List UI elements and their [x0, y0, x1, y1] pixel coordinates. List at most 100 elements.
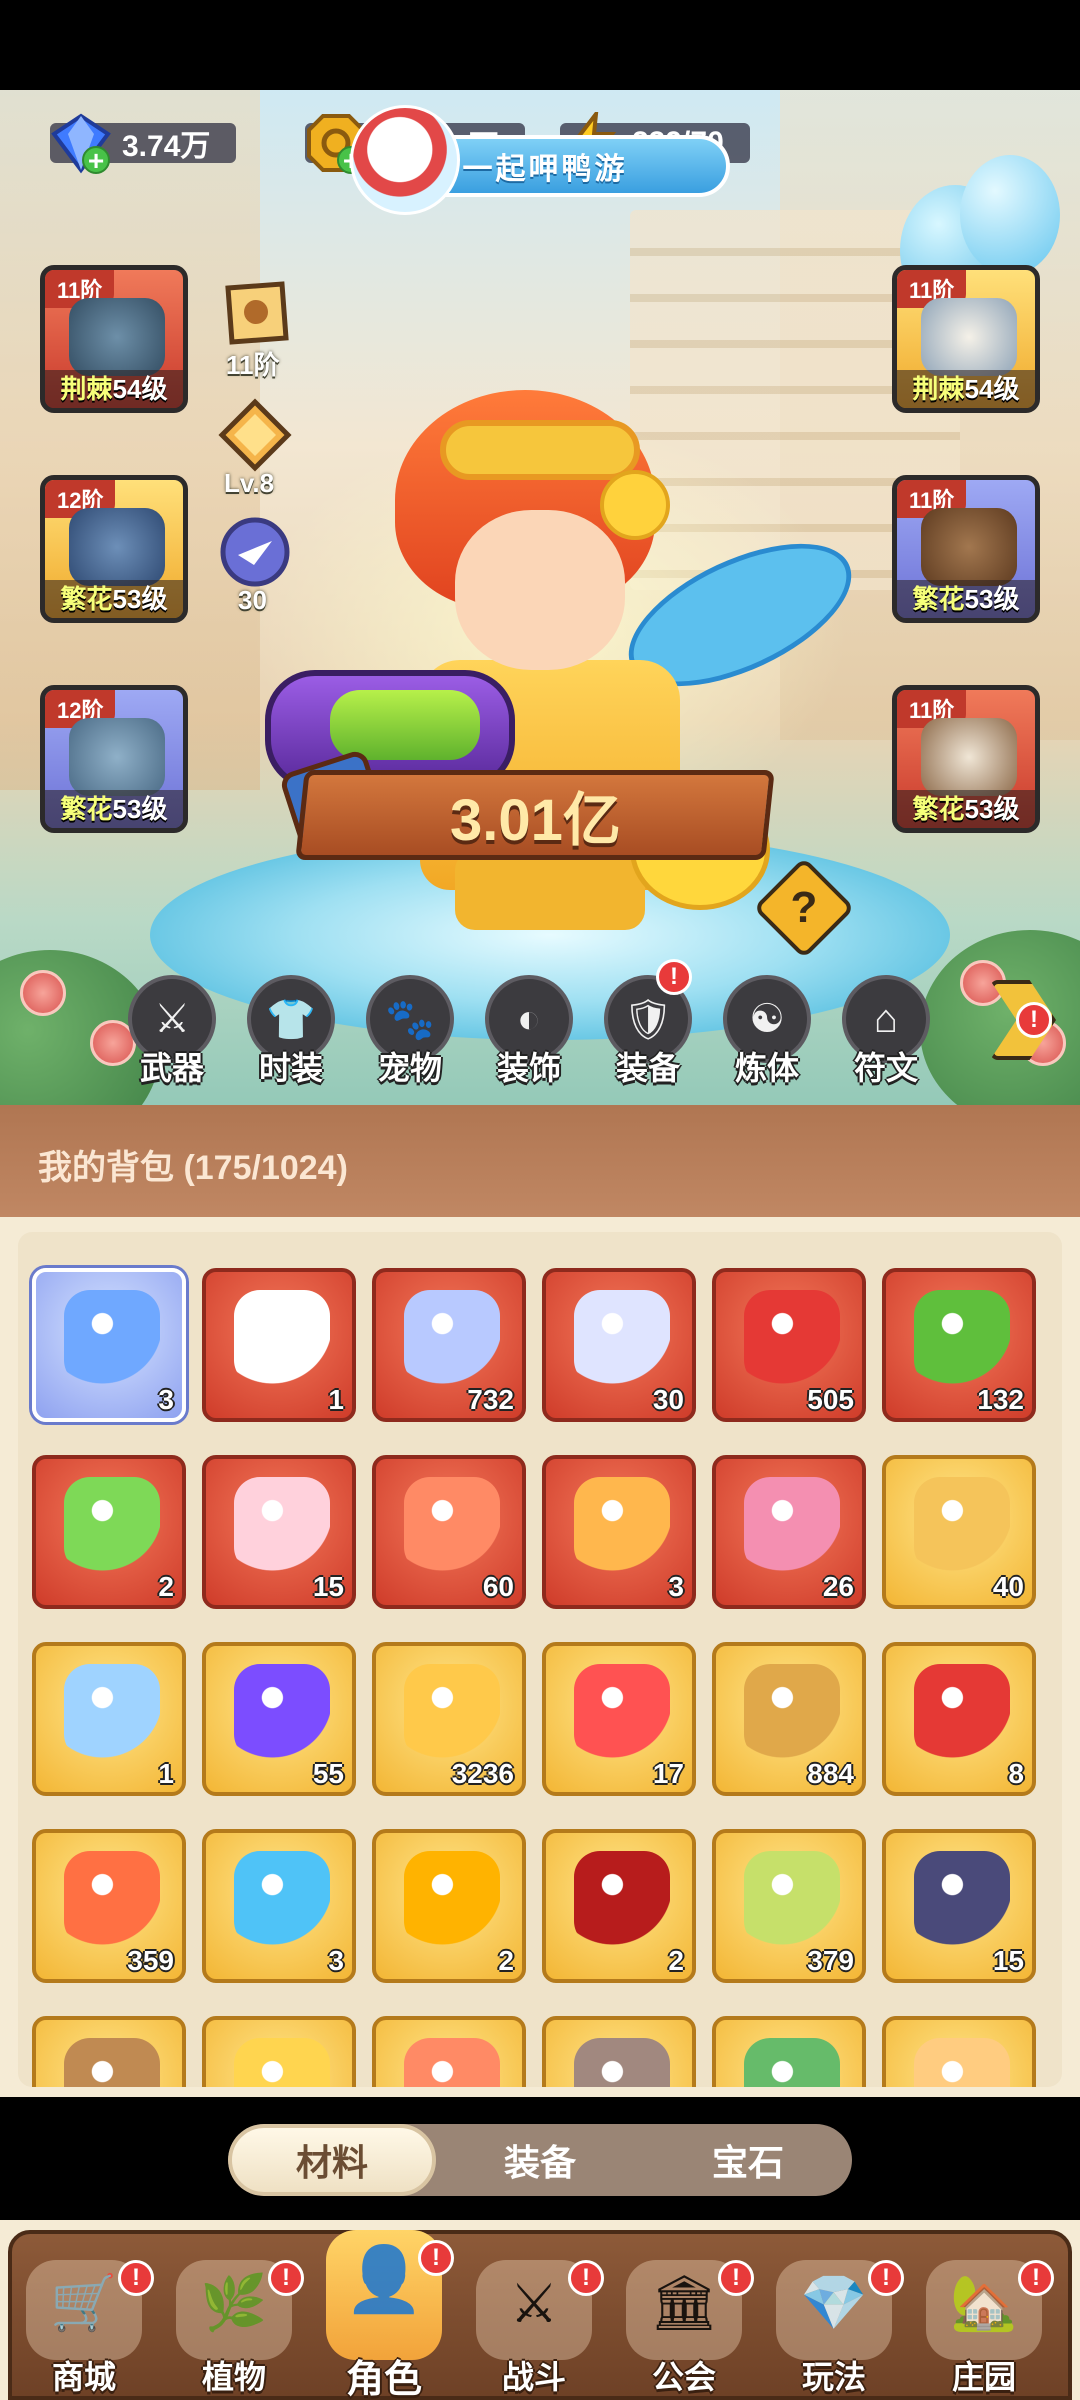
rune-stone-icon [914, 1851, 1010, 1947]
status-bar [0, 0, 1080, 90]
equipment-slot-gloves[interactable]: 12阶 繁花53级 [40, 475, 188, 623]
nav-label: 植物 [201, 2359, 266, 2395]
slot-level: 53级 [964, 794, 1020, 824]
nav-label: 玩法 [801, 2359, 866, 2395]
backpack-item[interactable]: 359 [32, 1829, 186, 1983]
backpack-item[interactable]: 884 [712, 1642, 866, 1796]
nav-battle[interactable]: ⚔ 战斗! [464, 2250, 604, 2400]
backpack-item[interactable] [712, 2016, 866, 2087]
role-tab-body-training[interactable]: ☯ 炼体 [719, 975, 815, 1086]
backpack-item[interactable] [372, 2016, 526, 2087]
backpack-item[interactable] [542, 2016, 696, 2087]
diamond-currency[interactable]: + 3.74万 [50, 113, 237, 175]
flask-icon [64, 2038, 160, 2087]
backpack-item[interactable]: 15 [202, 1455, 356, 1609]
backpack-item[interactable]: 132 [882, 1268, 1036, 1422]
equipment-slot-helmet[interactable]: 11阶 荆棘54级 [40, 265, 188, 413]
item-quantity: 505 [807, 1384, 854, 1415]
nav-shop[interactable]: 🛒 商城! [14, 2250, 154, 2400]
role-tab-label: 装备 [615, 1050, 680, 1086]
slot-level: 54级 [964, 374, 1020, 404]
category-tab-gems[interactable]: 宝石 [644, 2124, 852, 2196]
gloves-icon [69, 508, 165, 586]
golden-flask-icon [914, 1477, 1010, 1573]
backpack-item[interactable]: 1 [202, 1268, 356, 1422]
backpack-item[interactable]: 1 [32, 1642, 186, 1796]
notification-badge: ! [1016, 1002, 1052, 1038]
charm-badge-icon[interactable] [218, 515, 292, 589]
backpack-item[interactable]: 8 [882, 1642, 1036, 1796]
golden-key-icon [744, 1664, 840, 1760]
backpack-grid[interactable]: 3 1 732 30 505 132 2 15 60 3 26 40 1 55 3236 17 884 8 359 3… [18, 1232, 1062, 2087]
backpack-item[interactable]: 379 [712, 1829, 866, 1983]
item-quantity: 55 [312, 1758, 344, 1789]
flower-icon [404, 2038, 500, 2087]
role-tab-rune[interactable]: ⌂ 符文 [838, 975, 934, 1086]
backpack-item[interactable]: 60 [372, 1455, 526, 1609]
slot-level: 54级 [112, 374, 168, 404]
water-drop-icon [64, 1664, 160, 1760]
nav-plant[interactable]: 🌿 植物! [164, 2250, 304, 2400]
item-quantity: 15 [312, 1571, 344, 1602]
backpack-item[interactable]: 40 [882, 1455, 1036, 1609]
backpack-item[interactable] [882, 2016, 1036, 2087]
slot-level: 53级 [112, 794, 168, 824]
role-tab-costume[interactable]: 👕 时装 [243, 975, 339, 1086]
backpack-item[interactable]: 3 [542, 1455, 696, 1609]
scroll-badge-icon[interactable] [218, 278, 292, 352]
flame-scroll-icon [914, 1664, 1010, 1760]
backpack-item[interactable]: 26 [712, 1455, 866, 1609]
orbit-sphere-icon [404, 1851, 500, 1947]
backpack-item[interactable]: 505 [712, 1268, 866, 1422]
backpack-item[interactable] [32, 2016, 186, 2087]
event-banner-label: 一起呷鸭游 [462, 153, 628, 186]
backpack-item[interactable]: 3236 [372, 1642, 526, 1796]
backpack-item[interactable]: 2 [372, 1829, 526, 1983]
add-diamond-button[interactable]: + [82, 146, 110, 175]
star-crystal-icon [404, 1290, 500, 1386]
backpack-item[interactable]: 30 [542, 1268, 696, 1422]
item-quantity: 2 [668, 1945, 684, 1976]
boots-icon [921, 718, 1017, 796]
lotus-duo-icon [574, 1477, 670, 1573]
item-quantity: 3236 [451, 1758, 514, 1789]
backpack-item[interactable]: 55 [202, 1642, 356, 1796]
backpack-item[interactable]: 3 [32, 1268, 186, 1422]
backpack-item[interactable]: 15 [882, 1829, 1036, 1983]
nav-character[interactable]: 👤 角色! [314, 2230, 454, 2400]
golden-bud-icon [744, 1851, 840, 1947]
equipment-slot-shorts[interactable]: 12阶 繁花53级 [40, 685, 188, 833]
item-quantity: 26 [822, 1571, 854, 1602]
item-quantity: 40 [992, 1571, 1024, 1602]
item-quantity: 8 [1008, 1758, 1024, 1789]
equipment-slot-boots[interactable]: 11阶 繁花53级 [892, 685, 1040, 833]
nav-guild[interactable]: 🏛 公会! [614, 2250, 754, 2400]
green-machine-icon [744, 2038, 840, 2087]
role-tab-equipment[interactable]: 🛡 装备 ! [600, 959, 696, 1086]
equipment-slot-belt[interactable]: 11阶 繁花53级 [892, 475, 1040, 623]
rank-badge-icon[interactable] [218, 398, 292, 472]
role-tab-decoration[interactable]: ◐ 装饰 [481, 975, 577, 1086]
role-tab-weapon[interactable]: ⚔ 武器 [124, 975, 220, 1086]
equipment-slot-armor[interactable]: 11阶 荆棘54级 [892, 265, 1040, 413]
backpack-item[interactable]: 732 [372, 1268, 526, 1422]
notification-badge: ! [568, 2260, 604, 2296]
backpack-item[interactable]: 17 [542, 1642, 696, 1796]
backpack-item[interactable]: 2 [32, 1455, 186, 1609]
helmet-icon [69, 298, 165, 376]
nav-gameplay[interactable]: 💎 玩法! [764, 2250, 904, 2400]
backpack-item[interactable] [202, 2016, 356, 2087]
nav-manor[interactable]: 🏡 庄园! [914, 2250, 1054, 2400]
slot-set: 繁花 [60, 794, 113, 824]
charm-count-label: 30 [238, 585, 267, 615]
category-tab-equipment[interactable]: 装备 [436, 2124, 644, 2196]
role-tab-pet[interactable]: 🐾 宠物 [362, 975, 458, 1086]
rank-level-label: Lv.8 [224, 468, 275, 498]
backpack-item[interactable]: 3 [202, 1829, 356, 1983]
category-tab-materials[interactable]: 材料 [228, 2124, 436, 2196]
duck-event-icon [350, 105, 460, 215]
backpack-item[interactable]: 2 [542, 1829, 696, 1983]
question-icon: ? [790, 883, 818, 932]
gem-pile-icon [234, 2038, 330, 2087]
pot-icon [574, 2038, 670, 2087]
